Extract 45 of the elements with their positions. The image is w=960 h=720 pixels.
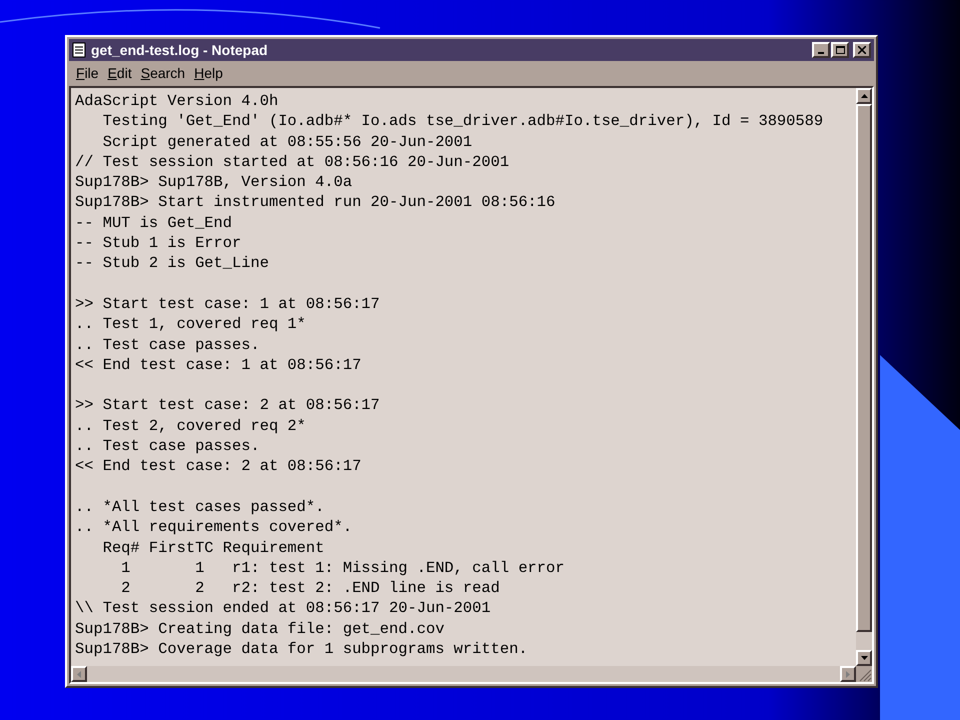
log-line: // Test session started at 08:56:16 20-Jun-2001 [75,152,510,172]
log-line: .. Test case passes. [75,436,260,456]
maximize-button[interactable] [831,42,849,58]
log-line: .. Test 1, covered req 1* [75,314,306,335]
window-title: get_end-test.log - Notepad [91,40,269,60]
log-line: .. Test case passes. [75,334,260,355]
log-line: Script generated at 08:55:56 20-Jun-2001 [102,132,472,152]
log-line: Sup178B> Creating data file: get_end.cov [75,618,444,640]
log-line: >> Start test case: 2 at 08:56:17 [75,395,380,416]
log-line: 2 2 r2: test 2: .END line is read [120,578,500,598]
log-line: \\ Test session ended at 08:56:17 20-Jun-2001 [75,598,491,619]
right-arrow-icon [846,670,850,678]
log-line: Testing 'Get_End' (Io.adb#* Io.ads tse_driver.adb#Io.tse_driver), Id = 3890589 [102,111,824,132]
minimize-button[interactable] [812,42,830,58]
log-line: Sup178B> Start instrumented run 20-Jun-2001 08:56:16 [75,192,556,213]
menu-item[interactable]: File [76,63,99,84]
log-line: -- Stub 1 is Error [75,233,242,254]
log-line: -- MUT is Get_End [75,212,232,234]
left-arrow-icon [77,670,81,678]
log-line: >> Start test case: 1 at 08:56:17 [75,294,380,314]
menu-item[interactable]: Edit [108,63,132,84]
log-line: .. *All test cases passed*. [75,496,324,518]
maximize-icon [836,46,844,54]
log-line: << End test case: 2 at 08:56:17 [75,456,362,477]
scroll-up-button[interactable] [856,88,872,104]
up-arrow-icon [860,94,868,98]
scroll-down-button[interactable] [856,650,872,666]
log-line: .. Test 2, covered req 2* [75,416,306,436]
scroll-left-button[interactable] [71,666,87,682]
log-line: -- Stub 2 is Get_Line [75,253,269,274]
log-line: Req# FirstTC Requirement [102,538,324,558]
log-line: Sup178B> Coverage data for 1 subprograms written. [75,639,528,660]
log-line: Sup178B> Sup178B, Version 4.0a [75,172,352,192]
menu-item[interactable]: Help [194,63,223,84]
close-button[interactable] [853,42,871,58]
log-line: 1 1 r1: test 1: Missing .END, call error [120,558,565,578]
down-arrow-icon [860,656,868,660]
log-line: AdaScript Version 4.0h [75,91,278,112]
scroll-right-button[interactable] [840,666,856,682]
notepad-icon [72,42,86,58]
menu-item[interactable]: Search [140,63,186,84]
resize-grip-icon [856,666,872,682]
log-line: .. *All requirements covered*. [75,517,352,538]
close-icon [858,46,866,54]
log-line: << End test case: 1 at 08:56:17 [75,354,362,376]
